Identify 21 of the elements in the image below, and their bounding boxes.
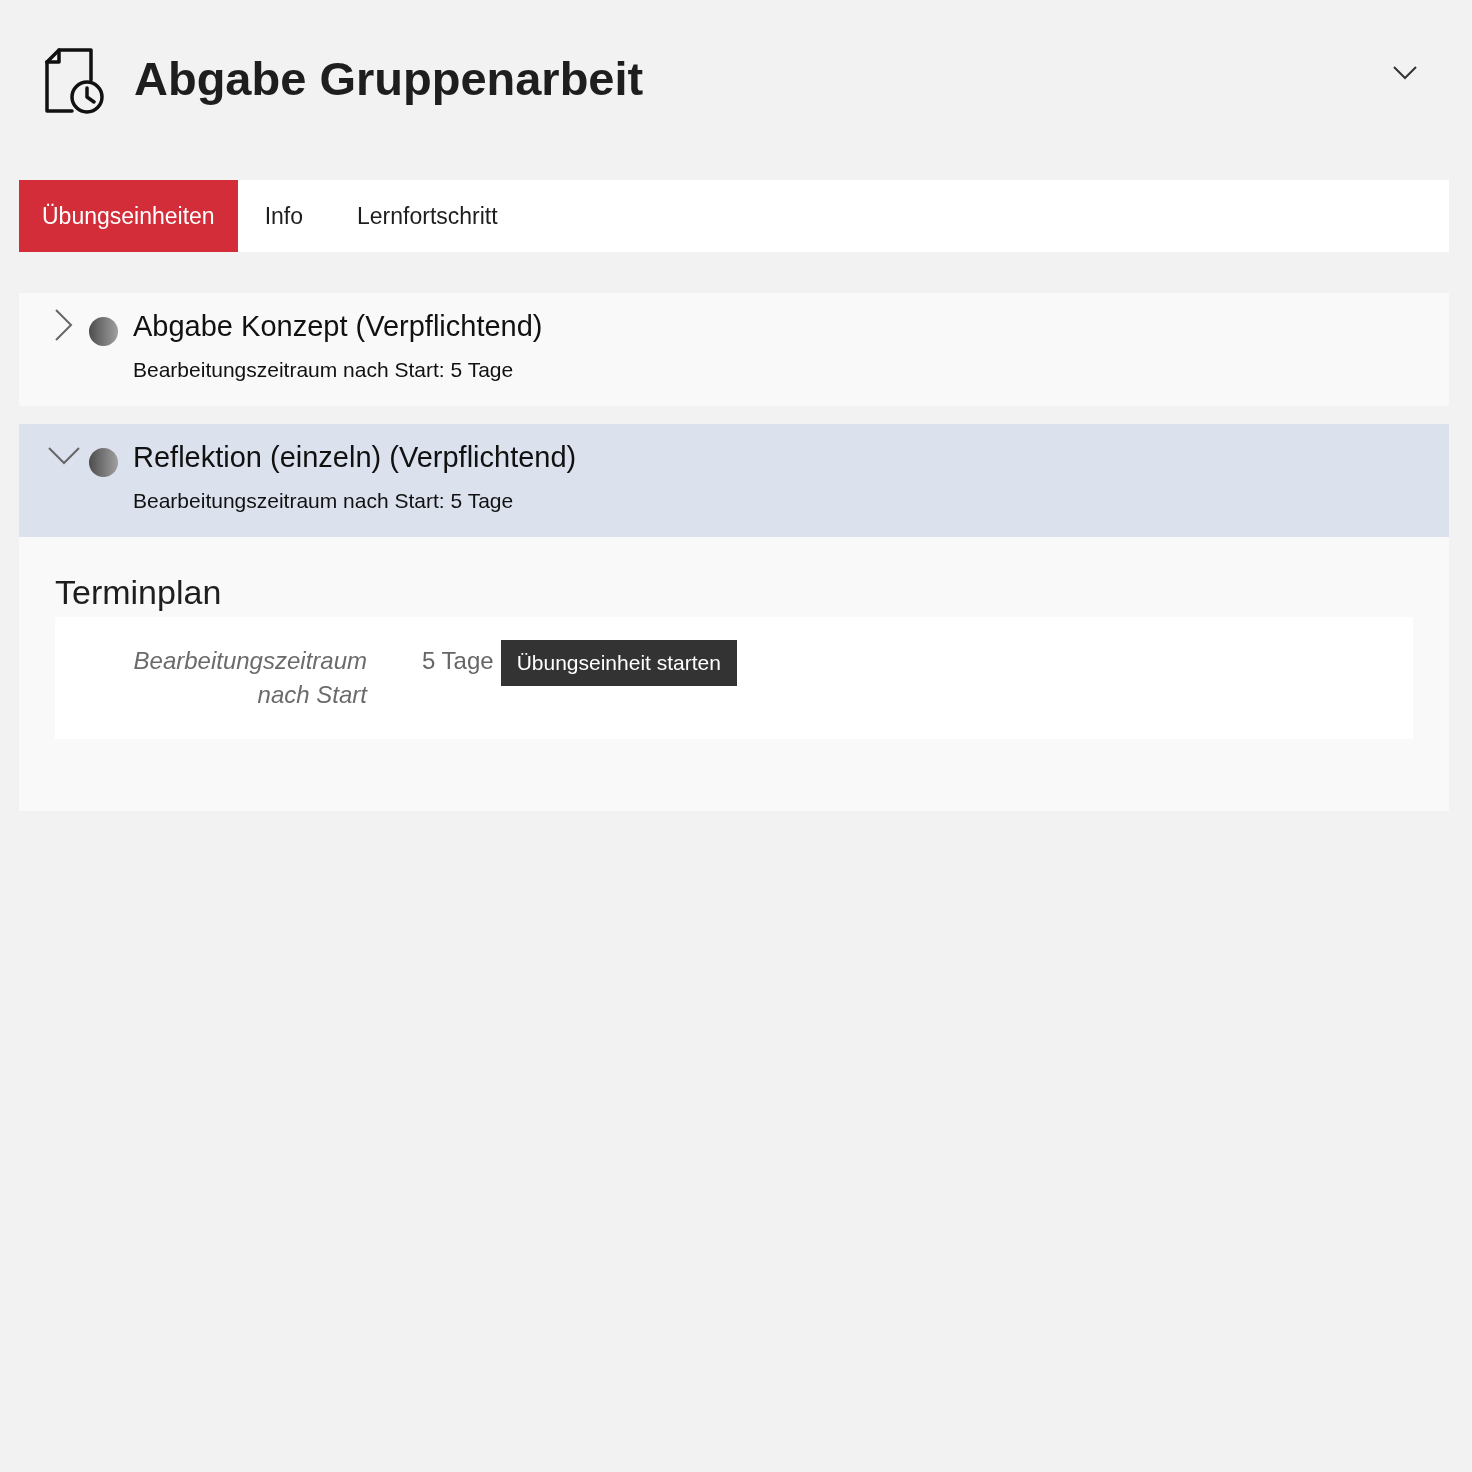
chevron-right-icon [55,309,73,341]
section-heading: Terminplan [55,572,223,613]
unit-subtitle: Bearbeitungszeitraum nach Start: 5 Tage [133,488,515,514]
unit-row[interactable]: Abgabe Konzept (Verpflichtend) Bearbeitungszeitraum nach Start: 5 Tage [19,293,1449,406]
page-title: Abgabe Gruppenarbeit [134,51,644,107]
unit-subtitle: Bearbeitungszeitraum nach Start: 5 Tage [133,357,515,383]
unit-row[interactable]: Reflektion (einzeln) (Verpflichtend) Bearbeitungszeitraum nach Start: 5 Tage [19,424,1449,537]
document-clock-icon [45,48,105,115]
start-button[interactable]: Übungseinheit starten [500,640,737,686]
tab[interactable]: Übungseinheiten [19,180,238,252]
status-dot-icon [89,317,118,346]
chevron-down-icon [1393,66,1417,80]
unit-title: Abgabe Konzept (Verpflichtend) [133,309,543,344]
field-label: Bearbeitungszeitraum nach Start [132,646,367,710]
field-value: 5 Tage [422,646,494,676]
collapse-toggle-button[interactable] [1393,66,1417,80]
unit-title: Reflektion (einzeln) (Verpflichtend) [133,440,577,475]
chevron-down-icon [48,447,80,465]
tab[interactable]: Info [237,180,330,252]
tab[interactable]: Lernfortschritt [330,180,525,252]
status-dot-icon [89,448,118,477]
